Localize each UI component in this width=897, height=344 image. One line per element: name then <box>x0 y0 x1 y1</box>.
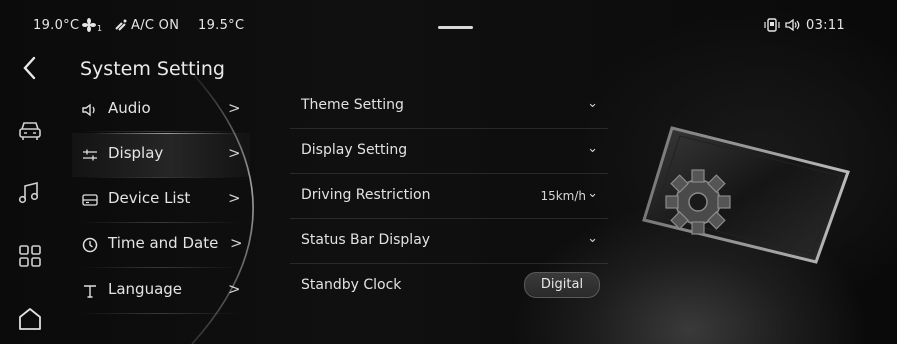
pull-down-handle[interactable] <box>438 26 473 29</box>
setting-label: Theme Setting <box>301 97 404 113</box>
music-icon <box>18 181 39 204</box>
text-icon <box>84 285 96 298</box>
phone-icon <box>764 18 780 32</box>
apps-icon <box>19 245 41 267</box>
setting-row-display[interactable]: Display Setting ⌄ <box>290 129 608 174</box>
chevron-down-icon: ⌄ <box>587 96 598 111</box>
chevron-down-icon: ⌄ <box>587 186 598 201</box>
display-illustration <box>642 126 850 264</box>
gear-icon <box>665 169 731 235</box>
setting-row-theme[interactable]: Theme Setting ⌄ <box>290 84 608 129</box>
home-button[interactable] <box>14 302 46 334</box>
back-button[interactable] <box>14 52 46 84</box>
menu-item-label: Audio <box>108 99 151 117</box>
apps-button[interactable] <box>14 240 46 272</box>
vehicle-button[interactable] <box>14 115 46 147</box>
setting-row-standby-clock: Standby Clock Digital <box>290 264 608 309</box>
music-button[interactable] <box>14 177 46 209</box>
status-bar: 19.0°C 1 A/C ON 19.5°C 03:11 <box>0 0 897 44</box>
setting-label: Driving Restriction <box>301 187 431 203</box>
menu-item-label: Display <box>108 144 164 162</box>
setting-row-driving-restriction[interactable]: Driving Restriction 15km/h ⌄ <box>290 174 608 219</box>
back-icon <box>23 56 36 80</box>
sliders-icon <box>83 149 97 161</box>
car-icon <box>19 122 41 140</box>
cabin-temperature: 19.5°C <box>198 18 245 33</box>
menu-item-label: Device List <box>108 189 191 207</box>
setting-row-status-bar-display[interactable]: Status Bar Display ⌄ <box>290 219 608 264</box>
screen: 19.0°C 1 A/C ON 19.5°C 03:11 System Sett… <box>0 0 897 344</box>
left-rail <box>0 44 62 344</box>
speaker-icon <box>82 103 95 117</box>
clock-icon <box>82 237 98 253</box>
ac-icon[interactable] <box>113 17 129 33</box>
speed-limit-value: 15km/h <box>540 189 586 203</box>
outside-temperature: 19.0°C <box>33 18 80 33</box>
setting-label: Status Bar Display <box>301 232 431 248</box>
ac-status: A/C ON <box>131 18 180 33</box>
clock-time: 03:11 <box>806 18 845 33</box>
device-icon <box>82 194 98 206</box>
fan-icon[interactable] <box>82 17 98 33</box>
setting-label: Standby Clock <box>301 277 402 293</box>
standby-clock-toggle[interactable]: Digital <box>524 272 600 298</box>
chevron-down-icon: ⌄ <box>587 141 598 156</box>
home-icon <box>19 308 41 330</box>
volume-icon <box>785 18 800 32</box>
menu-arc-decoration <box>180 60 254 344</box>
chevron-down-icon: ⌄ <box>587 231 598 246</box>
setting-label: Display Setting <box>301 142 408 158</box>
fan-level: 1 <box>97 24 103 33</box>
menu-item-label: Language <box>108 280 183 298</box>
